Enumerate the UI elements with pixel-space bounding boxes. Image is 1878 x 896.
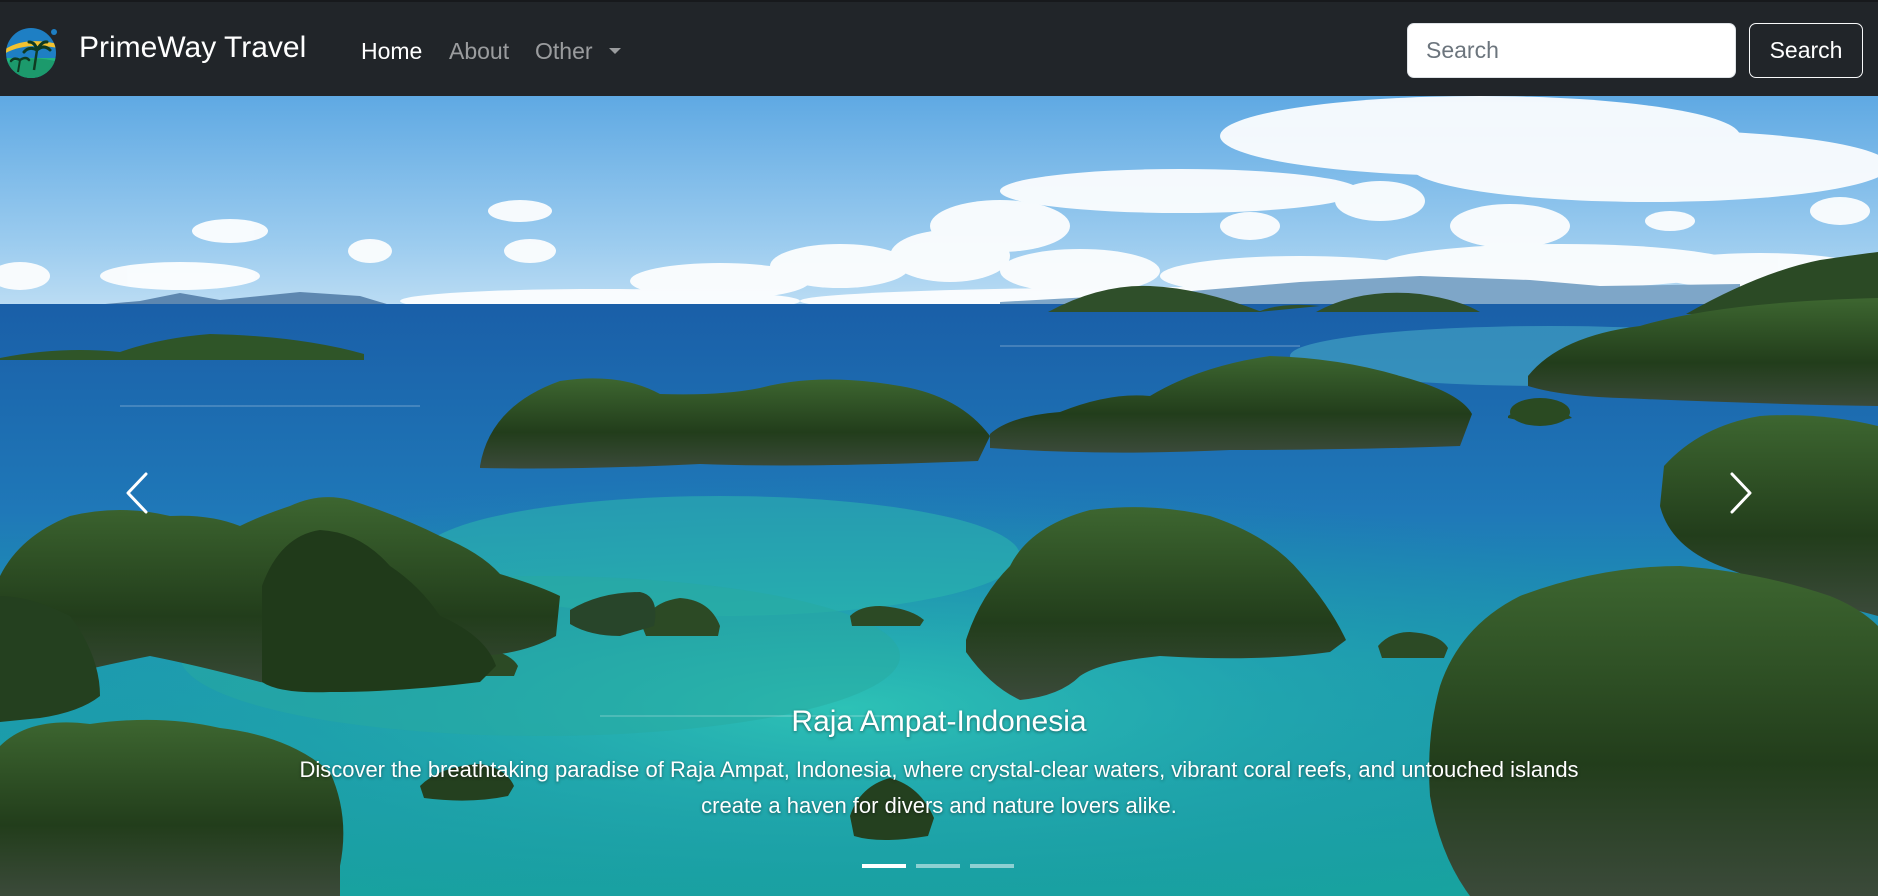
hero-carousel: Raja Ampat-Indonesia Discover the breath… (0, 96, 1878, 896)
carousel-indicators (862, 864, 1018, 874)
carousel-caption: Raja Ampat-Indonesia Discover the breath… (0, 704, 1878, 824)
carousel-prev-button[interactable] (118, 468, 158, 518)
caption-text: Discover the breathtaking paradise of Ra… (299, 757, 1579, 818)
carousel-indicator-1[interactable] (862, 864, 906, 868)
nav-link-about[interactable]: About (449, 38, 509, 65)
palm-island-globe-icon[interactable] (4, 24, 58, 78)
nav-link-home[interactable]: Home (361, 38, 422, 65)
carousel-indicator-2[interactable] (916, 864, 960, 868)
carousel-indicator-3[interactable] (970, 864, 1014, 868)
caret-down-icon[interactable] (609, 48, 621, 54)
navbar: PrimeWay Travel Home About Other Search (0, 0, 1878, 96)
search-button[interactable]: Search (1749, 23, 1863, 78)
brand-name[interactable]: PrimeWay Travel (79, 31, 306, 65)
search-input[interactable] (1407, 23, 1736, 78)
caption-title: Raja Ampat-Indonesia (791, 705, 1087, 738)
carousel-next-button[interactable] (1720, 468, 1760, 518)
nav-dropdown-other[interactable]: Other (535, 38, 593, 65)
